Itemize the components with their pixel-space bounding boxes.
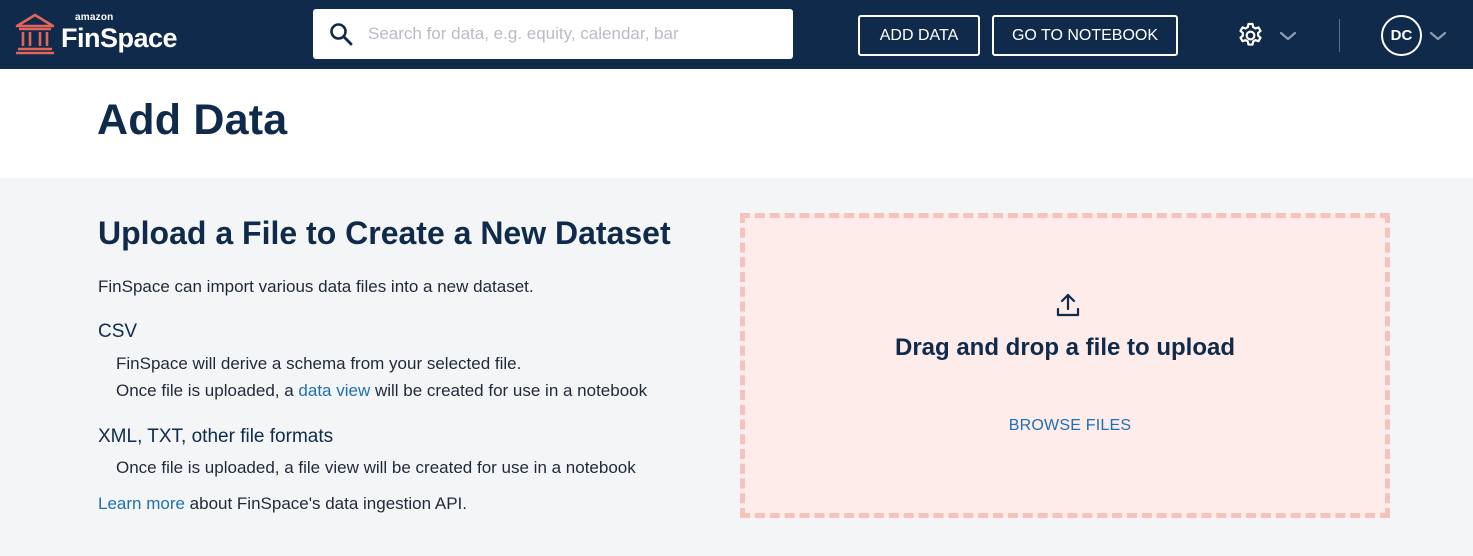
navbar-divider — [1339, 19, 1340, 52]
learn-more-suffix: about FinSpace's data ingestion API. — [184, 494, 467, 513]
bank-icon — [15, 13, 55, 55]
csv-heading: CSV — [98, 321, 138, 342]
browse-files-button[interactable]: BROWSE FILES — [1000, 413, 1140, 439]
top-navbar: amazon FinSpace ADD DATA GO TO NOTEBOOK … — [0, 0, 1473, 69]
upload-intro-text: FinSpace can import various data files i… — [98, 277, 534, 296]
page-title: Add Data — [97, 96, 288, 144]
learn-more-text: Learn more about FinSpace's data ingesti… — [98, 494, 467, 514]
settings-chevron-down-icon[interactable] — [1279, 30, 1297, 42]
csv-data-view-suffix: will be created for use in a notebook — [370, 381, 648, 400]
logo-finspace-text: FinSpace — [61, 23, 178, 53]
other-formats-text: Once file is uploaded, a file view will … — [116, 458, 636, 477]
csv-data-view-prefix: Once file is uploaded, a — [116, 381, 299, 400]
user-menu-chevron-down-icon[interactable] — [1429, 30, 1447, 42]
search-box — [313, 9, 793, 59]
search-input[interactable] — [368, 19, 778, 49]
data-view-link[interactable]: data view — [298, 381, 370, 400]
csv-schema-text: FinSpace will derive a schema from your … — [116, 354, 522, 373]
file-dropzone[interactable]: Drag and drop a file to upload BROWSE FI… — [740, 213, 1390, 518]
csv-data-view-text: Once file is uploaded, a data view will … — [116, 381, 647, 401]
learn-more-link[interactable]: Learn more — [98, 494, 185, 513]
go-to-notebook-button[interactable]: GO TO NOTEBOOK — [992, 15, 1178, 56]
search-icon[interactable] — [329, 22, 353, 46]
logo-amazon-text: amazon — [75, 12, 114, 23]
dropzone-title: Drag and drop a file to upload — [894, 334, 1235, 361]
upload-section-title: Upload a File to Create a New Dataset — [98, 215, 671, 251]
other-formats-heading: XML, TXT, other file formats — [98, 426, 334, 447]
add-data-button[interactable]: ADD DATA — [858, 15, 980, 56]
user-avatar[interactable]: DC — [1381, 15, 1422, 56]
page-header: Add Data — [0, 69, 1473, 178]
upload-icon — [1056, 293, 1080, 317]
finspace-logo[interactable]: amazon FinSpace — [14, 11, 194, 57]
gear-icon[interactable] — [1236, 21, 1265, 50]
